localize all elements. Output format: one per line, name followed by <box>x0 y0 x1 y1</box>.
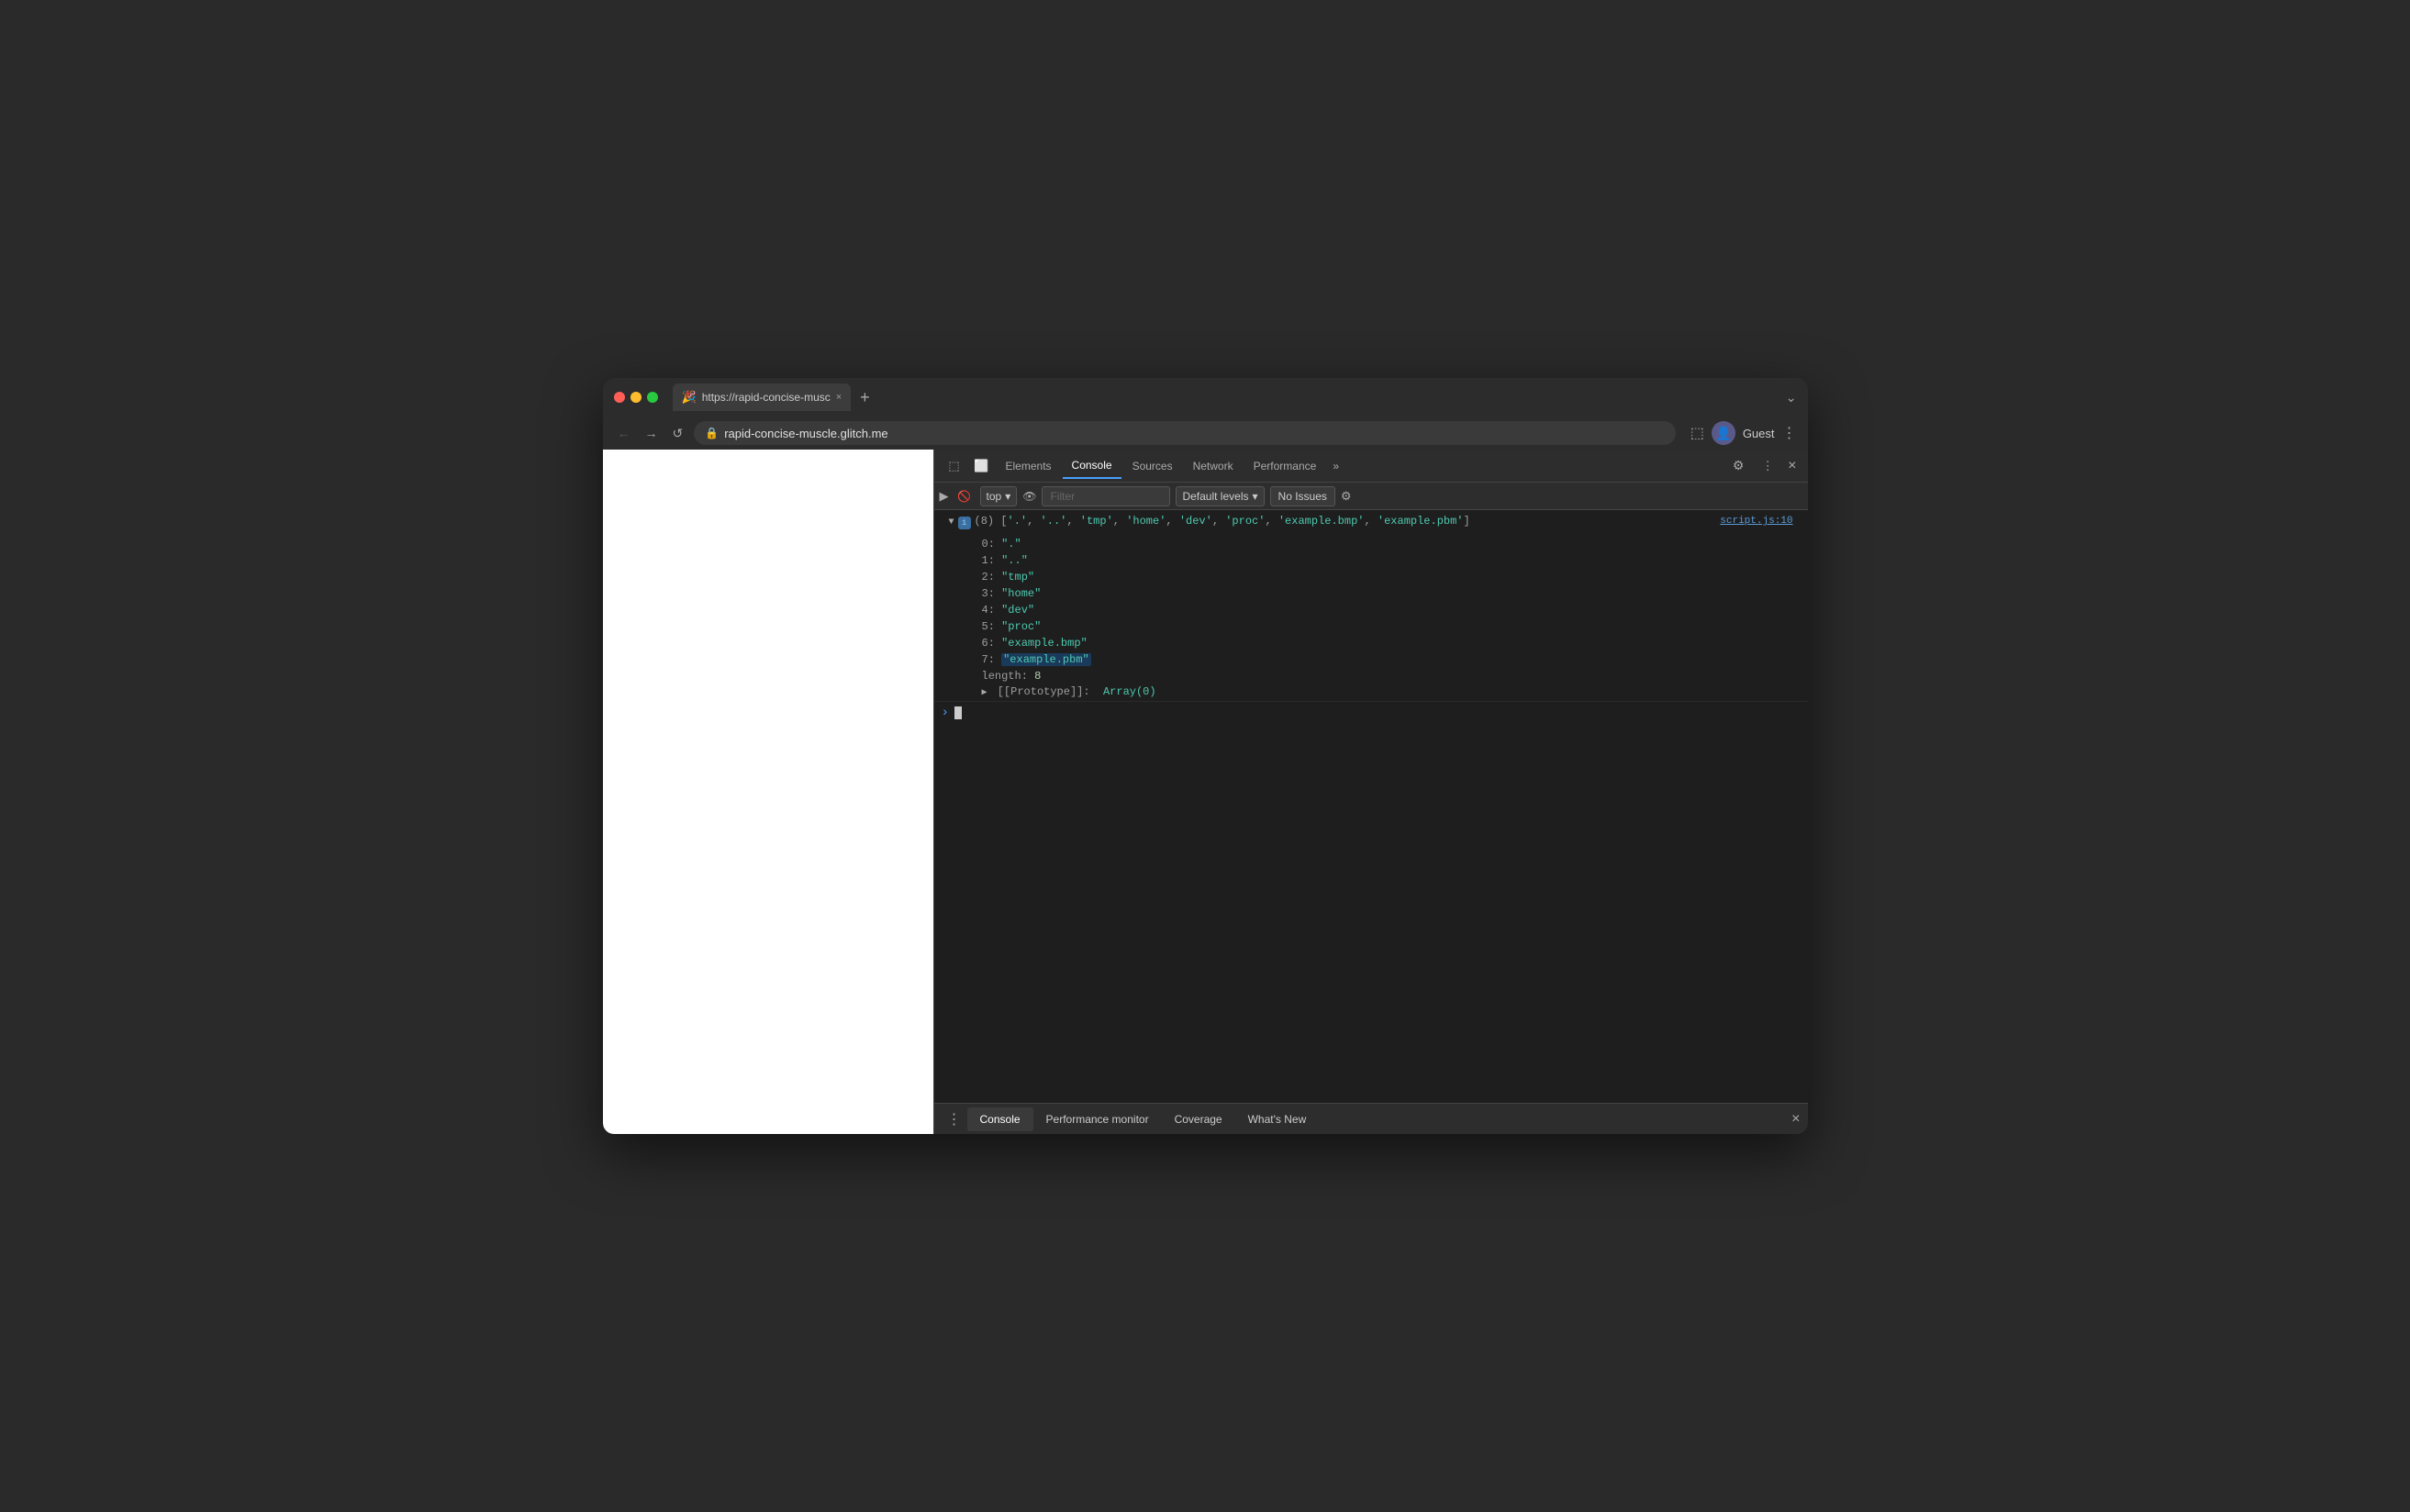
close-traffic-light[interactable] <box>614 392 625 403</box>
console-filter-input[interactable] <box>1042 486 1170 506</box>
array-entry-0: 0: "." <box>960 536 1164 552</box>
array-entry-2: 2: "tmp" <box>960 569 1164 585</box>
devtools-toggle-button[interactable]: ⬚ <box>1690 424 1704 442</box>
devtools-bottom-bar: ⋮ Console Performance monitor Coverage W… <box>934 1103 1808 1134</box>
url-field[interactable]: 🔒 rapid-concise-muscle.glitch.me <box>694 421 1675 445</box>
address-bar: ← → ↺ 🔒 rapid-concise-muscle.glitch.me ⬚… <box>603 417 1808 450</box>
maximize-traffic-light[interactable] <box>647 392 658 403</box>
log-levels-selector[interactable]: Default levels ▾ <box>1176 486 1264 506</box>
profile-avatar[interactable]: 👤 <box>1712 421 1735 445</box>
context-selector[interactable]: top ▾ <box>980 486 1018 506</box>
array-summary-text: (8) ['.', '..', 'tmp', 'home', 'dev', 'p… <box>975 515 1470 528</box>
console-prompt-icon: › <box>942 706 949 720</box>
console-source-link[interactable]: script.js:10 <box>1720 515 1792 527</box>
console-cursor <box>954 706 962 719</box>
tab-url-text: https://rapid-concise-muscle.g... <box>702 391 831 404</box>
console-info-badge: i <box>958 517 971 529</box>
console-settings-icon[interactable]: ⚙ <box>1341 489 1352 504</box>
execute-context-icon[interactable]: ▶ <box>940 489 949 504</box>
profile-area: ⬚ 👤 Guest ⋮ <box>1690 421 1797 445</box>
no-issues-badge: No Issues <box>1270 486 1335 506</box>
bottom-tab-whats-new[interactable]: What's New <box>1235 1107 1320 1131</box>
devtools-close-button[interactable]: × <box>1784 458 1800 474</box>
array-entry-4: 4: "dev" <box>960 602 1164 618</box>
array-entry-7: 7: "example.pbm" <box>960 651 1164 668</box>
bottom-tab-performance-monitor[interactable]: Performance monitor <box>1033 1107 1162 1131</box>
array-entry-3: 3: "home" <box>960 585 1164 602</box>
tab-sources[interactable]: Sources <box>1123 453 1182 479</box>
new-tab-button[interactable]: + <box>854 388 876 407</box>
clear-console-button[interactable]: 🚫 <box>954 486 975 506</box>
tab-favicon: 🎉 <box>682 390 697 405</box>
console-output[interactable]: i (8) ['.', '..', 'tmp', 'home', 'dev', … <box>934 510 1808 1103</box>
context-label: top <box>987 490 1002 503</box>
devtools-toolbar-right: ⚙ ⋮ × <box>1725 453 1800 479</box>
array-entry-1: 1: ".." <box>960 552 1164 569</box>
browser-menu-button[interactable]: ⋮ <box>1782 424 1797 442</box>
back-button[interactable]: ← <box>614 424 634 442</box>
array-length: length: 8 <box>960 668 1164 684</box>
log-levels-arrow-icon: ▾ <box>1253 490 1258 503</box>
tab-elements[interactable]: Elements <box>997 453 1061 479</box>
tab-performance[interactable]: Performance <box>1244 453 1326 479</box>
log-levels-label: Default levels <box>1182 490 1248 503</box>
eye-icon[interactable]: 👁 <box>1022 490 1036 503</box>
bottom-tab-console[interactable]: Console <box>967 1107 1033 1131</box>
devtools-panel: ⬚ ⬜ Elements Console Sources Network Per… <box>933 450 1808 1134</box>
more-tabs-button[interactable]: » <box>1327 456 1344 476</box>
lock-icon: 🔒 <box>705 427 719 439</box>
inspect-element-button[interactable]: ⬚ <box>942 453 967 479</box>
array-entry-6: 6: "example.bmp" <box>960 635 1164 651</box>
browser-window: 🎉 https://rapid-concise-muscle.g... × + … <box>603 378 1808 1134</box>
tab-bar: 🎉 https://rapid-concise-muscle.g... × + <box>673 384 1779 411</box>
active-tab[interactable]: 🎉 https://rapid-concise-muscle.g... × <box>673 384 852 411</box>
device-toolbar-button[interactable]: ⬜ <box>969 453 995 479</box>
bottom-close-button[interactable]: × <box>1791 1111 1800 1128</box>
devtools-settings-button[interactable]: ⚙ <box>1725 453 1751 479</box>
context-arrow-icon: ▾ <box>1005 490 1010 503</box>
page-content <box>603 450 933 1134</box>
console-input-line[interactable]: › <box>934 702 1808 724</box>
minimize-traffic-light[interactable] <box>630 392 642 403</box>
tab-network[interactable]: Network <box>1184 453 1243 479</box>
devtools-secondary-toolbar: ▶ 🚫 top ▾ 👁 Default levels ▾ No Issues ⚙ <box>934 483 1808 510</box>
url-text: rapid-concise-muscle.glitch.me <box>724 427 887 440</box>
devtools-toolbar: ⬚ ⬜ Elements Console Sources Network Per… <box>934 450 1808 483</box>
devtools-more-button[interactable]: ⋮ <box>1755 453 1780 479</box>
array-entry-5: 5: "proc" <box>960 618 1164 635</box>
forward-button[interactable]: → <box>642 424 662 442</box>
array-expand-arrow[interactable] <box>949 517 954 528</box>
reload-button[interactable]: ↺ <box>669 424 687 443</box>
bottom-tab-coverage[interactable]: Coverage <box>1162 1107 1235 1131</box>
title-bar: 🎉 https://rapid-concise-muscle.g... × + … <box>603 378 1808 417</box>
profile-name[interactable]: Guest <box>1743 427 1775 440</box>
tab-console[interactable]: Console <box>1063 453 1121 479</box>
console-array-line: i (8) ['.', '..', 'tmp', 'home', 'dev', … <box>934 510 1808 702</box>
traffic-lights <box>614 392 658 403</box>
tab-close-button[interactable]: × <box>836 392 842 403</box>
main-area: ⬚ ⬜ Elements Console Sources Network Per… <box>603 450 1808 1134</box>
tab-chevron-icon[interactable]: ⌄ <box>1786 390 1797 406</box>
array-prototype: ▶ [[Prototype]]: Array(0) <box>960 684 1164 699</box>
array-entries: 0: "." 1: ".." 2: "tmp" 3: "home" 4: "de <box>942 536 1164 699</box>
bottom-menu-dots[interactable]: ⋮ <box>942 1110 967 1128</box>
no-issues-text: No Issues <box>1278 490 1327 503</box>
